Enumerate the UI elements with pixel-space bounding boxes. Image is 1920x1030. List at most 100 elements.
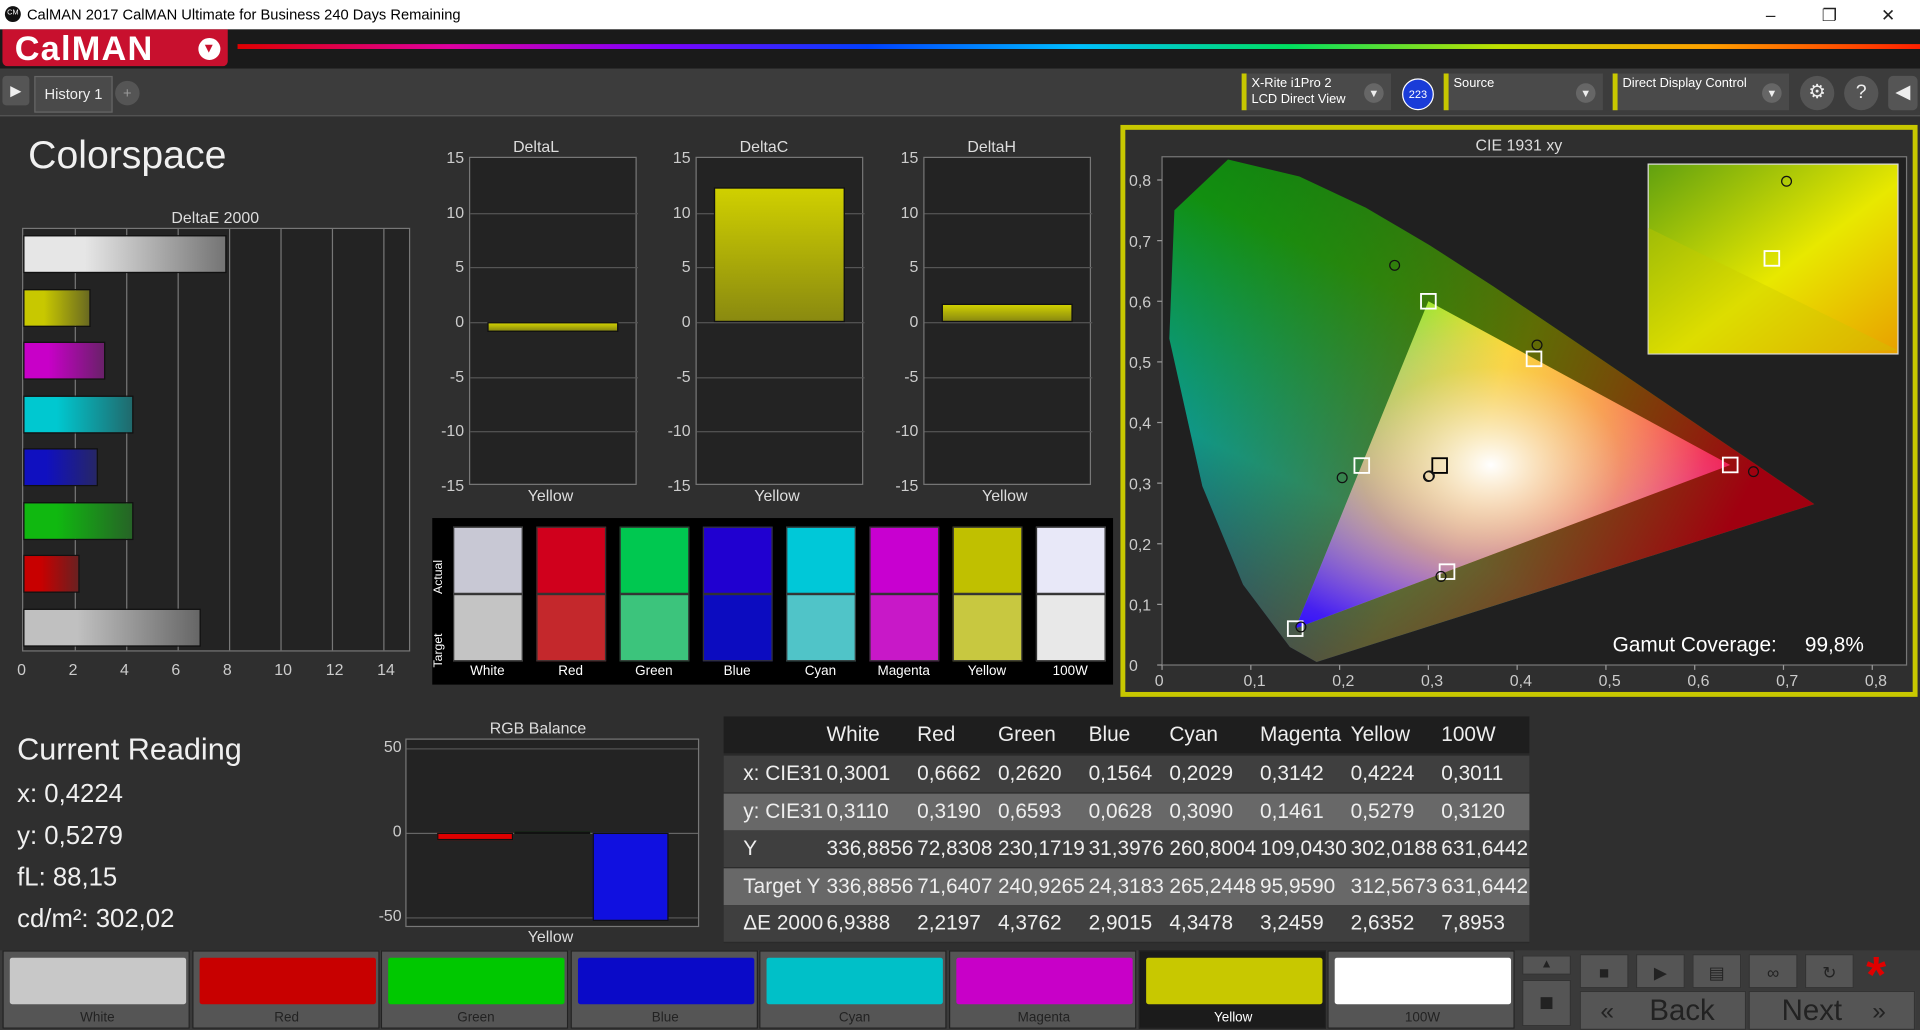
deltae-tick-label: 6: [171, 660, 181, 679]
deltae-tick-label: 14: [377, 660, 395, 679]
read-icon[interactable]: ▤: [1692, 954, 1742, 989]
rgb-balance-title: RGB Balance: [489, 718, 587, 738]
rainbow-stripe: [237, 44, 1920, 49]
swatch-actual: [453, 526, 523, 594]
cie-y-tick: 0,4: [1129, 416, 1151, 433]
table-cell: 312,5673: [1350, 873, 1438, 898]
patch-swatch: [199, 957, 376, 1005]
deltae-chart: [22, 227, 411, 652]
table-cell: 2,9015: [1088, 911, 1153, 935]
delta-bar: [941, 303, 1073, 323]
gridline: [126, 229, 128, 651]
calman-menu-button[interactable]: CalMAN ▼: [2, 29, 228, 67]
play-icon[interactable]: ▶: [1635, 954, 1685, 989]
restore-button[interactable]: ❐: [1805, 2, 1854, 26]
table-cell: 109,0430: [1260, 836, 1347, 860]
rgb-bar-red: [437, 832, 514, 840]
table-cell: 2,2197: [917, 911, 981, 935]
delta-y-tick: -15: [667, 476, 691, 495]
cie-y-tick: 0,5: [1129, 355, 1151, 372]
table-cell: 31,3976: [1088, 836, 1164, 860]
patch-label: 100W: [1404, 1010, 1441, 1026]
add-tab-icon[interactable]: +: [115, 80, 140, 106]
patch-blue[interactable]: Blue: [570, 950, 758, 1029]
deltae-bar: [23, 394, 134, 433]
patch-100w[interactable]: 100W: [1327, 950, 1515, 1029]
table-cell: 4,3478: [1169, 911, 1234, 935]
refresh-icon[interactable]: ↻: [1804, 954, 1854, 989]
delta-chart-title: DeltaH: [967, 137, 1017, 156]
delta-chart-xlabel: Yellow: [527, 486, 574, 505]
double-chevron-right-icon: »: [1872, 998, 1886, 1026]
gear-icon[interactable]: ⚙: [1800, 75, 1835, 111]
delta-bar: [487, 322, 619, 332]
tab-toolbar: ▶ History 1 + X-Rite i1Pro 2 LCD Direct …: [0, 68, 1920, 117]
delta-y-tick: 5: [909, 257, 919, 276]
delta-chart-xlabel: Yellow: [754, 486, 800, 505]
table-header-row: White Red Green Blue Cyan Magenta Yellow 100W: [723, 716, 1530, 754]
patch-magenta[interactable]: Magenta: [948, 950, 1137, 1029]
swatch-actual: [536, 526, 607, 594]
delta-y-tick: 15: [900, 148, 919, 167]
stop-all-button[interactable]: ■: [1522, 979, 1572, 1027]
back-button[interactable]: « Back: [1579, 990, 1747, 1030]
rgb-y-tick: 50: [383, 737, 402, 756]
continuous-icon[interactable]: ∞: [1748, 954, 1798, 989]
swatch-target: [619, 593, 690, 662]
patch-cyan[interactable]: Cyan: [759, 950, 948, 1029]
table-cell: 0,0628: [1088, 799, 1153, 823]
gridline: [696, 322, 865, 324]
table-cell: 0,6662: [917, 761, 981, 786]
next-button[interactable]: Next »: [1748, 990, 1916, 1030]
swatch-target: [536, 593, 607, 662]
help-icon[interactable]: ?: [1844, 75, 1879, 111]
cie-x-tick: 0,8: [1865, 673, 1887, 690]
patch-green[interactable]: Green: [381, 950, 569, 1029]
close-window-button[interactable]: ✕: [1864, 2, 1913, 26]
tab-history-1[interactable]: History 1: [34, 75, 113, 113]
table-cell: 6,9388: [826, 911, 891, 935]
play-icon[interactable]: ▶: [2, 75, 30, 106]
source-selector[interactable]: Source ▼: [1443, 73, 1603, 111]
patch-red[interactable]: Red: [191, 950, 380, 1029]
gamut-coverage-label: Gamut Coverage:: [1613, 634, 1777, 657]
cie-y-tick: 0,2: [1129, 537, 1151, 554]
chevron-down-icon: ▼: [198, 37, 221, 61]
deltae-tick-label: 12: [325, 660, 344, 679]
chevron-left-icon[interactable]: ◀: [1888, 75, 1918, 111]
table-header-cell: Yellow: [1350, 722, 1411, 746]
table-header-cell: 100W: [1441, 722, 1496, 746]
patch-swatch: [577, 957, 755, 1005]
app-header: CalMAN ▼: [0, 29, 1920, 69]
swatch-label: Red: [558, 663, 583, 679]
deltae-tick-label: 8: [222, 660, 232, 679]
chevron-up-icon[interactable]: ▲: [1522, 955, 1572, 975]
patch-swatch: [9, 957, 187, 1005]
patch-white[interactable]: White: [2, 950, 190, 1029]
patch-label: Red: [274, 1010, 300, 1026]
cie-y-tick: 0,8: [1129, 173, 1151, 190]
swatch-actual: [702, 526, 773, 594]
display-selector[interactable]: Direct Display Control ▼: [1612, 73, 1789, 111]
cie-chart: 0 0,1 0,2 0,3 0,4 0,5 0,6 0,7 0,8 0 0,1 0,2 0,3 0,4 0,…: [1129, 156, 1908, 690]
delta-y-tick: 0: [681, 312, 691, 331]
reading-luminance: cd/m²: 302,02: [17, 905, 175, 934]
delta-y-tick: -5: [676, 366, 691, 386]
delta-chart-xlabel: Yellow: [982, 486, 1028, 505]
minimize-button[interactable]: –: [1746, 2, 1795, 26]
patch-swatch: [388, 957, 565, 1005]
table-cell: 302,0188: [1350, 836, 1438, 860]
stop-icon[interactable]: ■: [1579, 954, 1629, 989]
delta-y-tick: -10: [667, 421, 691, 441]
table-cell: 3,2459: [1260, 911, 1324, 935]
table-header-cell: Magenta: [1260, 722, 1342, 746]
delta-y-tick: -5: [904, 366, 919, 386]
rgb-y-tick: -50: [378, 906, 402, 925]
measurement-table: White Red Green Blue Cyan Magenta Yellow 100W x:…: [723, 716, 1530, 944]
gridline: [470, 431, 638, 433]
meter-selector[interactable]: X-Rite i1Pro 2 LCD Direct View ▼: [1241, 73, 1392, 111]
swatch-target: [702, 593, 773, 662]
patch-yellow[interactable]: Yellow: [1138, 950, 1326, 1029]
meter-badge[interactable]: 223: [1402, 78, 1434, 111]
actual-label: Actual: [432, 559, 446, 594]
